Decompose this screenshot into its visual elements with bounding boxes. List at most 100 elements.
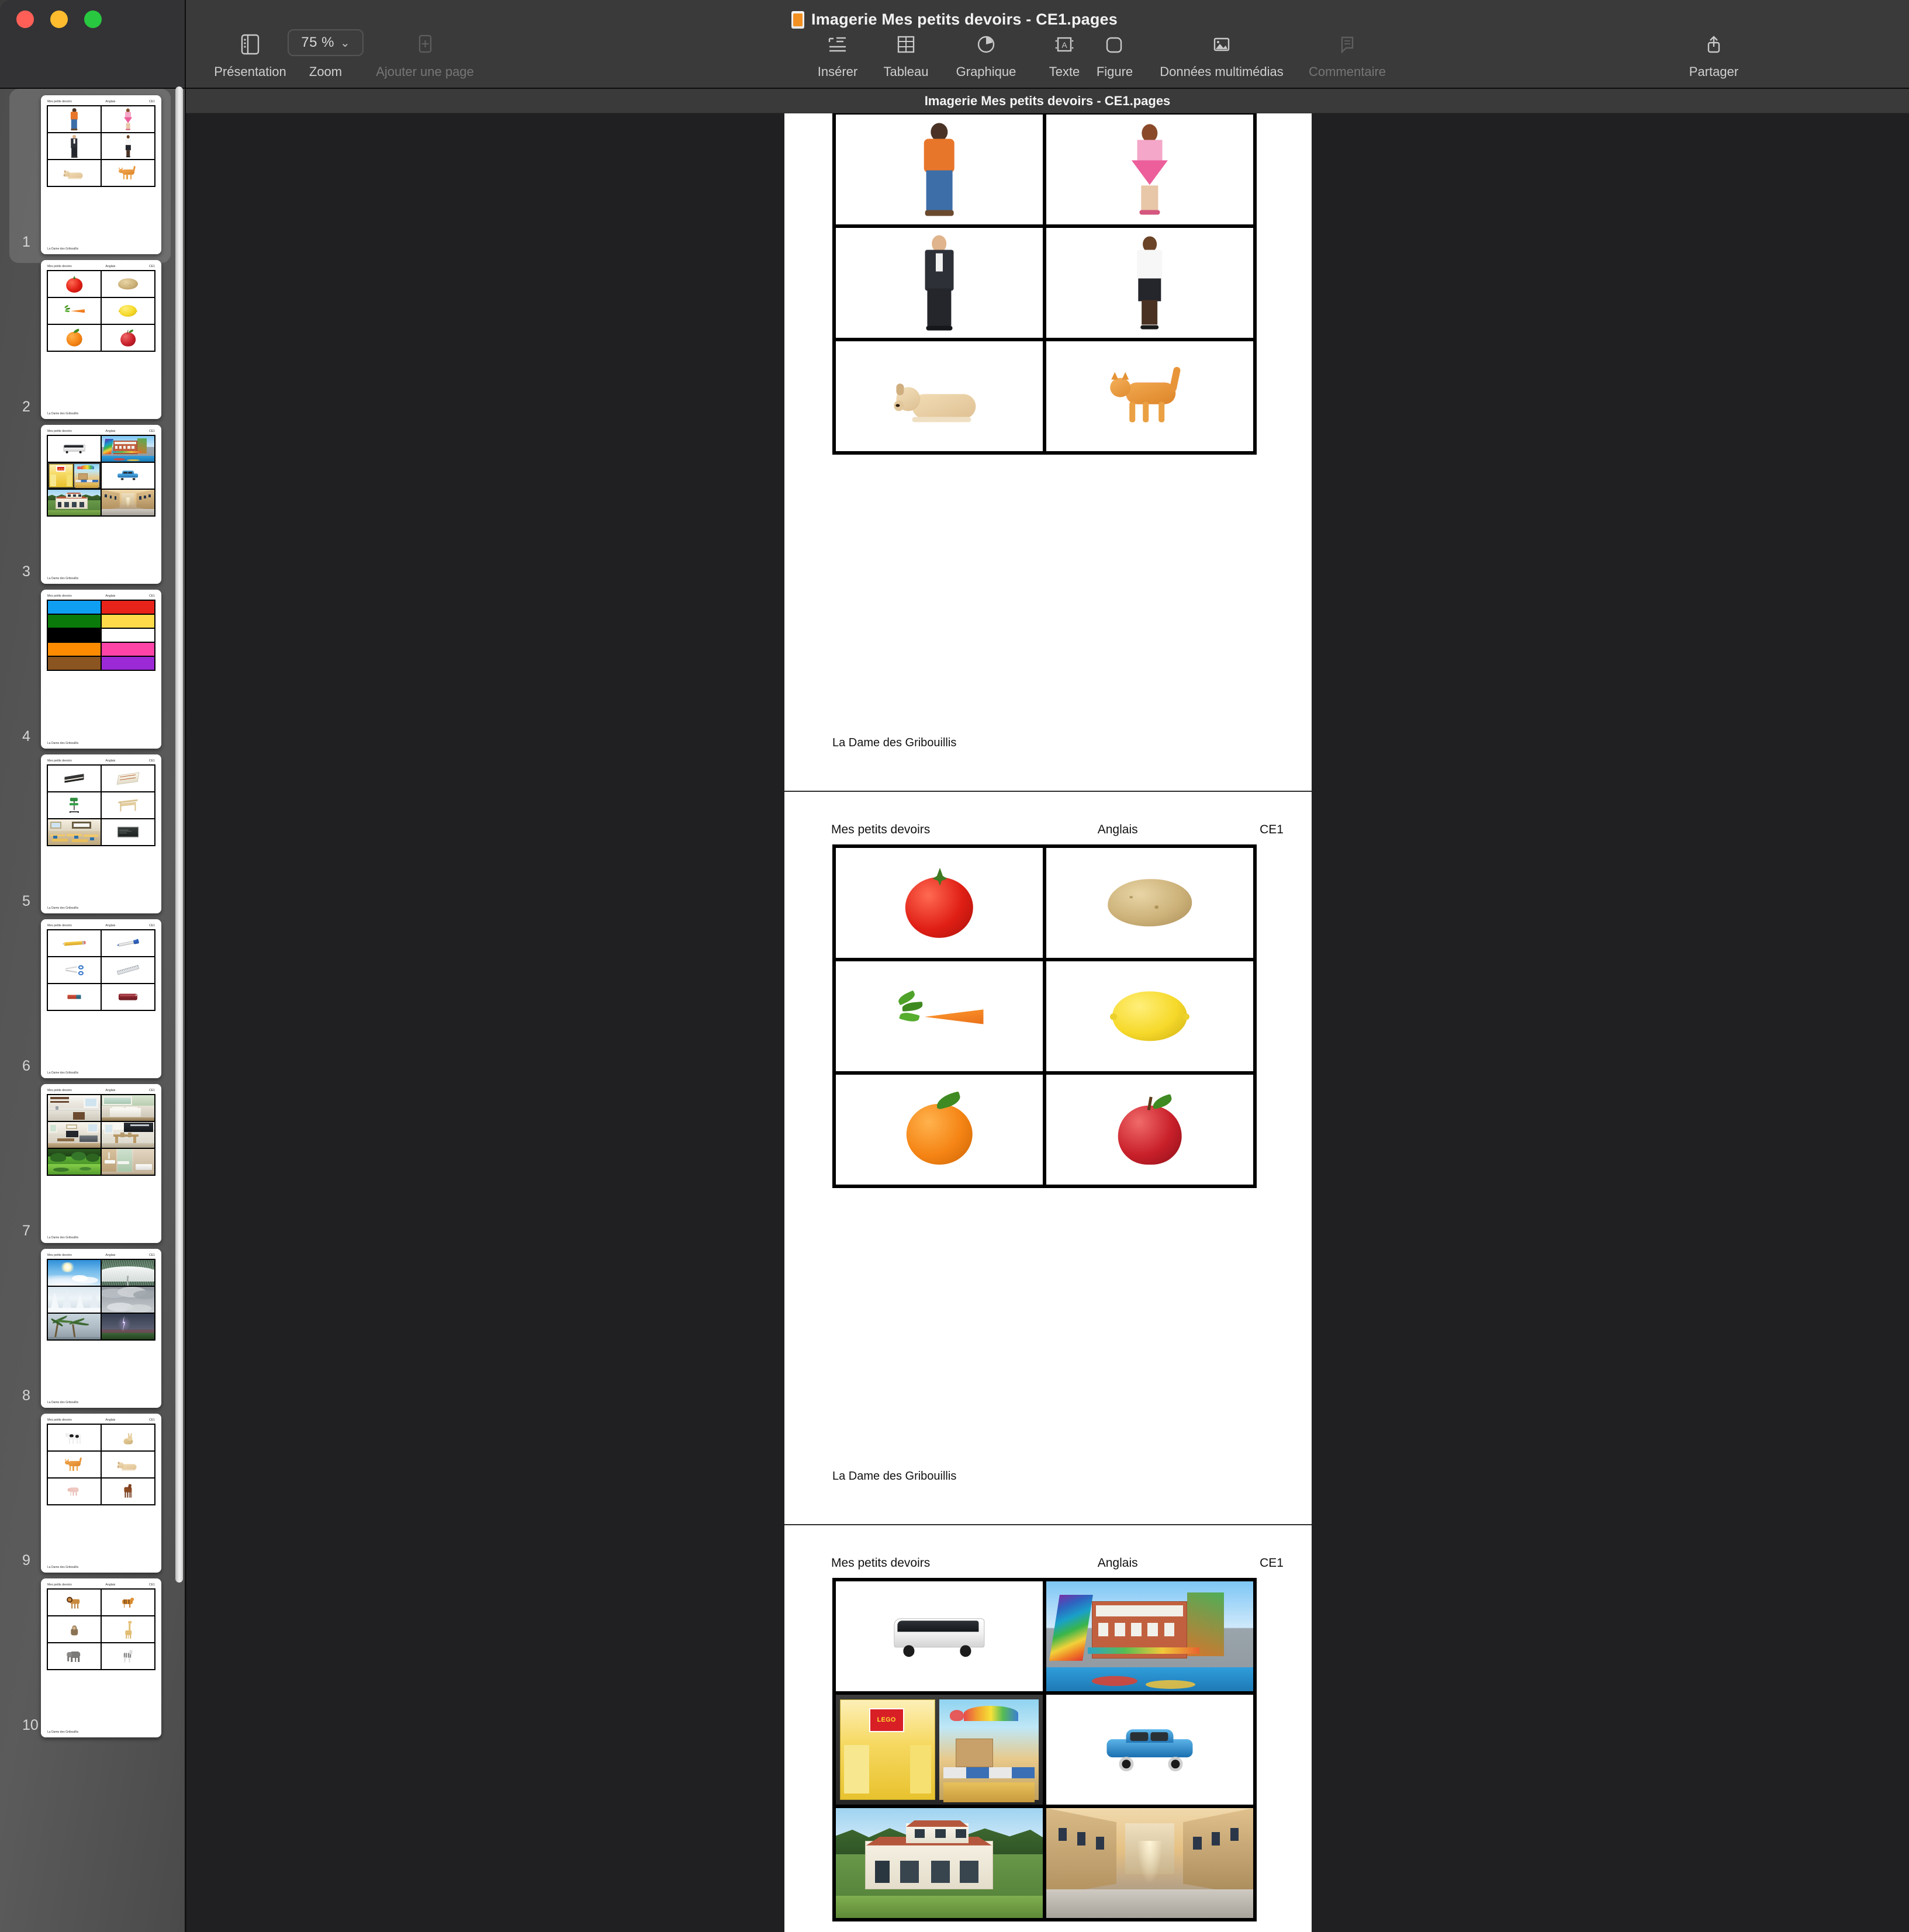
thumbnail-grid-cell — [47, 1095, 101, 1121]
page-grid-cell-woman[interactable] — [1045, 226, 1255, 340]
page-header-right: CE1 — [1260, 1556, 1284, 1570]
thumbnail-header-middle: Anglais — [105, 430, 116, 433]
page-grid-cell-lemon[interactable] — [1045, 960, 1255, 1073]
thumbnail-footer: La Dame des Gribouillis — [47, 247, 79, 251]
thumbnail-page-10[interactable]: Mes petits devoirs Anglais CE1 La Dame d… — [41, 1578, 161, 1737]
thumbnail-row[interactable]: 9 Mes petits devoirs Anglais CE1 La Dame… — [0, 1407, 185, 1573]
toolbar-label-table: Tableau — [883, 64, 929, 79]
toolbar-button-share[interactable]: Partager — [1673, 29, 1755, 79]
chart-icon — [974, 29, 998, 60]
thumbnail-header-middle: Anglais — [105, 924, 116, 927]
thumbnail-grid-cell — [47, 1313, 101, 1340]
thumbnail-page-6[interactable]: Mes petits devoirs Anglais CE1 La Dame d… — [41, 919, 161, 1078]
page-grid-cell-apple[interactable] — [1045, 1073, 1255, 1186]
toolbar: Imagerie Mes petits devoirs - CE1.pages … — [0, 0, 1909, 89]
thumbnail-header-left: Mes petits devoirs — [47, 1418, 72, 1422]
zoom-dropdown-button[interactable]: 75 % ⌄ — [288, 29, 364, 56]
sidebar-scrollbar[interactable] — [175, 86, 183, 1583]
thumbnail-footer: La Dame des Gribouillis — [47, 1566, 79, 1569]
thumbnail-row[interactable]: 4 Mes petits devoirs Anglais CE1 La Dame des… — [0, 583, 185, 749]
thumbnail-header: Mes petits devoirs Anglais CE1 — [47, 1418, 155, 1422]
thumbnail-header-right: CE1 — [148, 1418, 155, 1422]
thumbnail-grid-cell — [101, 106, 155, 133]
page-header: Mes petits devoirs Anglais CE1 — [831, 1556, 1284, 1571]
thumbnail-header: Mes petits devoirs Anglais CE1 — [47, 1583, 155, 1587]
page-thumbnails-sidebar[interactable]: 1 Mes petits devoirs Anglais CE1 La Dame… — [0, 89, 186, 1932]
page-grid-cell-toy-shop[interactable]: LEGO — [834, 1693, 1045, 1806]
thumbnail-grid-cell — [101, 489, 155, 516]
thumbnail-header-middle: Anglais — [105, 594, 116, 598]
thumbnail-page-9[interactable]: Mes petits devoirs Anglais CE1 La Dame d… — [41, 1414, 161, 1573]
thumbnail-page-3[interactable]: Mes petits devoirs Anglais CE1 LEGO La D… — [41, 425, 161, 584]
document-canvas[interactable]: Mes petits devoirs Anglais CE1 — [187, 113, 1909, 1932]
thumbnail-grid-cell — [101, 614, 155, 628]
thumbnail-grid-cell — [47, 1424, 101, 1451]
document-page-1[interactable]: Mes petits devoirsAnglaisCE1 — [784, 113, 1312, 791]
page-grid-cell-orange[interactable] — [834, 1073, 1045, 1186]
page-grid-cell-man[interactable] — [834, 226, 1045, 340]
thumbnail-footer: La Dame des Gribouillis — [47, 1730, 79, 1734]
thumbnail-image-grid — [47, 929, 155, 1011]
thumbnail-header-left: Mes petits devoirs — [47, 1583, 72, 1587]
toolbar-button-presentation[interactable]: Présentation — [198, 29, 303, 79]
thumbnail-grid-cell — [101, 1451, 155, 1478]
page-grid-cell-school[interactable] — [1045, 1580, 1255, 1693]
thumbnail-row[interactable]: 3 Mes petits devoirs Anglais CE1 LEGO La… — [0, 418, 185, 584]
toolbar-button-insert[interactable]: Insérer — [805, 29, 870, 79]
toolbar-button-media[interactable]: Données multimédias — [1134, 29, 1309, 79]
thumbnail-row[interactable]: 8 Mes petits devoirs Anglais CE1 La Dame… — [0, 1242, 185, 1408]
page-grid-cell-girl[interactable] — [1045, 113, 1255, 226]
thumbnail-grid-cell — [47, 1589, 101, 1616]
toolbar-button-table[interactable]: Tableau — [871, 29, 941, 79]
thumbnail-grid-cell — [47, 1286, 101, 1313]
thumbnail-grid-cell — [101, 1286, 155, 1313]
thumbnail-row[interactable]: 2 Mes petits devoirs Anglais CE1 La Dame… — [0, 254, 185, 419]
page-grid-cell-street[interactable] — [1045, 1806, 1255, 1920]
thumbnail-row[interactable]: 10 Mes petits devoirs Anglais CE1 La Dam… — [0, 1572, 185, 1737]
thumbnail-header-middle: Anglais — [105, 1418, 116, 1422]
comment-icon — [1336, 29, 1359, 60]
document-page-3[interactable]: Mes petits devoirs Anglais CE1 LEGO — [784, 1525, 1312, 1932]
toolbar-button-chart[interactable]: Graphique — [942, 29, 1030, 79]
thumbnail-page-1[interactable]: Mes petits devoirs Anglais CE1 La Dame d… — [41, 95, 161, 254]
thumbnail-grid-cell: LEGO — [47, 462, 101, 489]
thumbnail-grid-cell — [47, 1148, 101, 1175]
thumbnail-grid-cell — [47, 435, 101, 462]
thumbnail-page-8[interactable]: Mes petits devoirs Anglais CE1 La Dame d… — [41, 1249, 161, 1408]
toolbar-button-add-page[interactable]: Ajouter une page — [369, 29, 480, 79]
thumbnail-page-7[interactable]: Mes petits devoirs Anglais CE1 La Dame d… — [41, 1084, 161, 1243]
thumbnail-header: Mes petits devoirs Anglais CE1 — [47, 100, 155, 104]
thumbnail-page-4[interactable]: Mes petits devoirs Anglais CE1 La Dame des … — [41, 590, 161, 749]
page-grid-cell-carrot[interactable] — [834, 960, 1045, 1073]
thumbnail-grid-cell — [101, 984, 155, 1010]
thumbnail-grid-cell — [101, 628, 155, 642]
thumbnail-row[interactable]: 5 Mes petits devoirs Anglais CE1 La Dame… — [0, 748, 185, 913]
thumbnail-page-number: 8 — [22, 1387, 30, 1404]
page-grid-cell-dog[interactable] — [834, 340, 1045, 453]
page-grid-cell-bus[interactable] — [834, 1580, 1045, 1693]
document-page-2[interactable]: Mes petits devoirs Anglais CE1 La Dame d… — [784, 792, 1312, 1524]
thumbnail-footer: La Dame des Gribouillis — [47, 742, 79, 745]
thumbnail-image-grid — [47, 1259, 155, 1341]
thumbnail-row[interactable]: 6 Mes petits devoirs Anglais CE1 La Dame… — [0, 913, 185, 1078]
svg-text:A: A — [1061, 40, 1067, 50]
thumbnail-page-2[interactable]: Mes petits devoirs Anglais CE1 La Dame d… — [41, 260, 161, 419]
thumbnail-grid-cell — [101, 133, 155, 160]
page-grid-cell-house[interactable] — [834, 1806, 1045, 1920]
thumbnail-header-right: CE1 — [148, 759, 155, 763]
thumbnail-footer: La Dame des Gribouillis — [47, 1236, 79, 1239]
thumbnail-row[interactable]: 7 Mes petits devoirs Anglais CE1 La Dame… — [0, 1078, 185, 1243]
page-grid-cell-boy[interactable] — [834, 113, 1045, 226]
thumbnail-grid-cell — [101, 1095, 155, 1121]
page-grid-cell-potato[interactable] — [1045, 846, 1255, 960]
thumbnail-grid-cell — [47, 271, 101, 297]
zoom-value: 75 % — [301, 34, 334, 50]
thumbnail-grid-cell — [47, 297, 101, 324]
thumbnail-page-5[interactable]: Mes petits devoirs Anglais CE1 La Dame d… — [41, 754, 161, 913]
page-grid-cell-car[interactable] — [1045, 1693, 1255, 1806]
page-grid-cell-cat[interactable] — [1045, 340, 1255, 453]
toolbar-button-comment[interactable]: Commentaire — [1289, 29, 1406, 79]
thumbnail-grid-cell — [47, 133, 101, 160]
thumbnail-row[interactable]: 1 Mes petits devoirs Anglais CE1 La Dame… — [0, 89, 185, 263]
page-grid-cell-tomato[interactable] — [834, 846, 1045, 960]
